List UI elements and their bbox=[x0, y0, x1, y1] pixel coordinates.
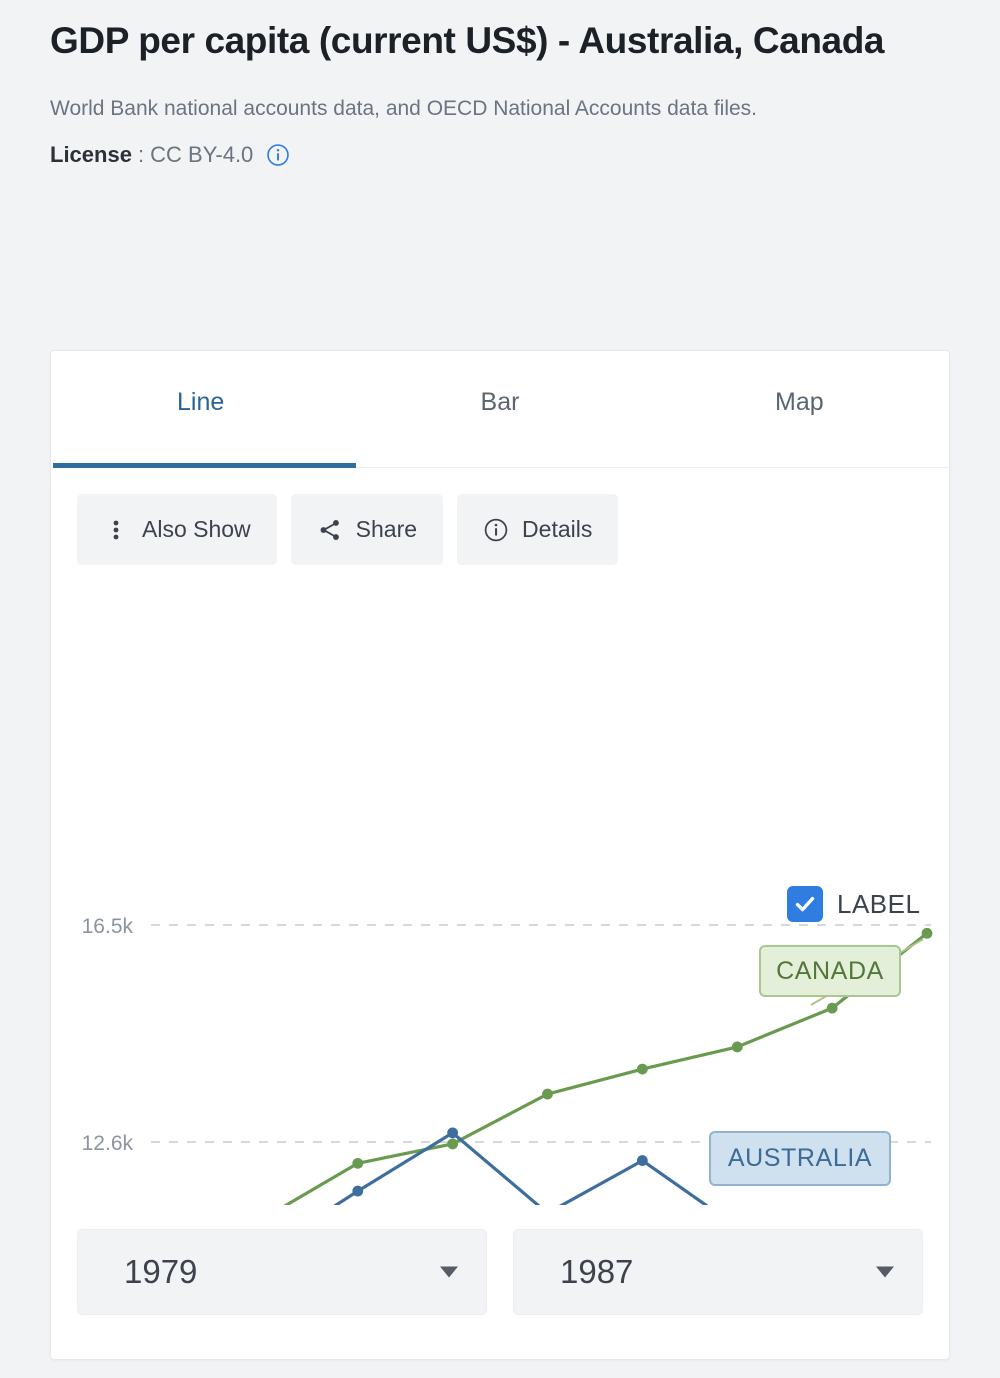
line-chart: 16.5k 12.6k 8.67k bbox=[51, 565, 950, 1205]
data-point[interactable] bbox=[447, 1127, 458, 1138]
data-point[interactable] bbox=[732, 1042, 743, 1053]
page-title: GDP per capita (current US$) - Australia… bbox=[50, 16, 950, 66]
tab-line[interactable]: Line bbox=[51, 351, 350, 467]
label-toggle[interactable]: LABEL bbox=[787, 886, 920, 922]
end-year-value: 1987 bbox=[514, 1253, 633, 1291]
start-year-value: 1979 bbox=[78, 1253, 197, 1291]
data-point[interactable] bbox=[542, 1089, 553, 1100]
tab-map[interactable]: Map bbox=[650, 351, 949, 467]
data-point[interactable] bbox=[637, 1064, 648, 1075]
chart-type-tabs: Line Bar Map bbox=[51, 351, 949, 468]
chart-card: Line Bar Map Also Show bbox=[50, 350, 950, 1360]
share-icon bbox=[317, 517, 343, 543]
also-show-label: Also Show bbox=[142, 516, 251, 543]
data-point[interactable] bbox=[352, 1158, 363, 1169]
page-header: GDP per capita (current US$) - Australia… bbox=[50, 16, 950, 168]
share-button[interactable]: Share bbox=[291, 494, 443, 565]
share-label: Share bbox=[356, 516, 417, 543]
end-year-select[interactable]: 1987 bbox=[513, 1229, 923, 1315]
chart-toolbar: Also Show Share bbox=[51, 468, 949, 565]
chevron-down-icon bbox=[876, 1267, 894, 1278]
y-axis-ticks: 16.5k 12.6k 8.67k bbox=[82, 915, 134, 1205]
check-icon bbox=[793, 892, 817, 916]
license-value: : CC BY-4.0 bbox=[138, 142, 253, 168]
vertical-dots-icon bbox=[103, 517, 129, 543]
label-checkbox[interactable] bbox=[787, 886, 823, 922]
label-toggle-text: LABEL bbox=[837, 889, 920, 920]
y-tick-label: 16.5k bbox=[82, 915, 134, 938]
y-tick-label: 12.6k bbox=[82, 1132, 134, 1155]
series-label-australia[interactable]: AUSTRALIA bbox=[709, 1131, 891, 1186]
chevron-down-icon bbox=[440, 1267, 458, 1278]
start-year-select[interactable]: 1979 bbox=[77, 1229, 487, 1315]
year-range-controls: 1979 1987 bbox=[51, 1229, 949, 1315]
data-point[interactable] bbox=[447, 1139, 458, 1150]
active-tab-indicator bbox=[53, 463, 356, 468]
info-circle-icon[interactable] bbox=[265, 142, 291, 168]
tab-bar[interactable]: Bar bbox=[350, 351, 649, 467]
info-circle-icon bbox=[483, 517, 509, 543]
license-label: License bbox=[50, 142, 132, 168]
details-label: Details bbox=[522, 516, 592, 543]
chart-canvas: 16.5k 12.6k 8.67k bbox=[51, 565, 950, 1205]
also-show-button[interactable]: Also Show bbox=[77, 494, 277, 565]
details-button[interactable]: Details bbox=[457, 494, 618, 565]
data-point[interactable] bbox=[922, 928, 933, 939]
license-line: License: CC BY-4.0 bbox=[50, 142, 950, 168]
data-point[interactable] bbox=[352, 1186, 363, 1197]
data-point[interactable] bbox=[827, 1003, 838, 1014]
series-label-canada[interactable]: CANADA bbox=[759, 945, 901, 997]
page-root: GDP per capita (current US$) - Australia… bbox=[0, 0, 1000, 1378]
data-point[interactable] bbox=[637, 1155, 648, 1166]
source-description: World Bank national accounts data, and O… bbox=[50, 92, 930, 126]
